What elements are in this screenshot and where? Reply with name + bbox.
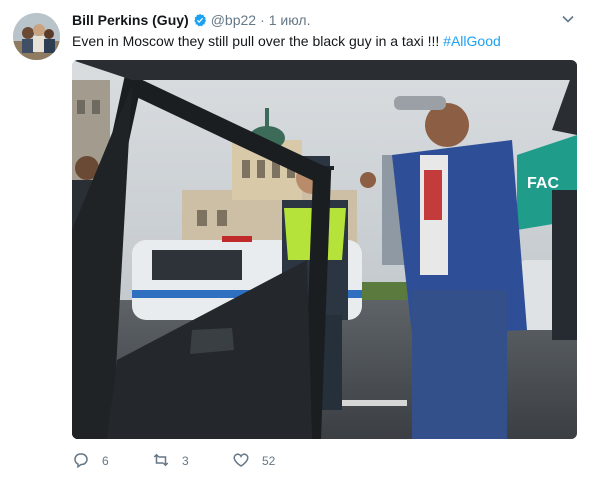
retweet-button[interactable]: 3 <box>152 451 232 472</box>
heart-icon <box>232 451 250 472</box>
reply-count: 6 <box>102 454 109 468</box>
chevron-down-icon[interactable] <box>561 12 575 26</box>
retweet-icon <box>152 451 170 472</box>
tweet-text: Even in Moscow they still pull over the … <box>72 32 577 50</box>
like-count: 52 <box>262 454 276 468</box>
author-handle[interactable]: @bp22 <box>211 12 256 28</box>
reply-button[interactable]: 6 <box>72 451 152 472</box>
tweet-card: Bill Perkins (Guy) @bp22 · 1 июл. Even i… <box>0 0 589 481</box>
avatar[interactable] <box>13 13 60 60</box>
svg-text:FAC: FAC <box>527 175 559 192</box>
reply-icon <box>72 451 90 472</box>
separator-dot: · <box>260 12 265 28</box>
tweet-date[interactable]: 1 июл. <box>269 12 311 28</box>
tweet-text-body: Even in Moscow they still pull over the … <box>72 33 444 49</box>
verified-badge-icon <box>193 13 207 27</box>
tweet-photo[interactable]: FAC <box>72 60 577 439</box>
like-button[interactable]: 52 <box>232 451 312 472</box>
tweet-actions: 6 3 52 <box>72 451 312 471</box>
author-name[interactable]: Bill Perkins (Guy) <box>72 12 189 28</box>
retweet-count: 3 <box>182 454 189 468</box>
photo-image: FAC <box>72 60 577 439</box>
tweet-header: Bill Perkins (Guy) @bp22 · 1 июл. <box>72 10 569 30</box>
hashtag-link[interactable]: #AllGood <box>443 33 501 49</box>
